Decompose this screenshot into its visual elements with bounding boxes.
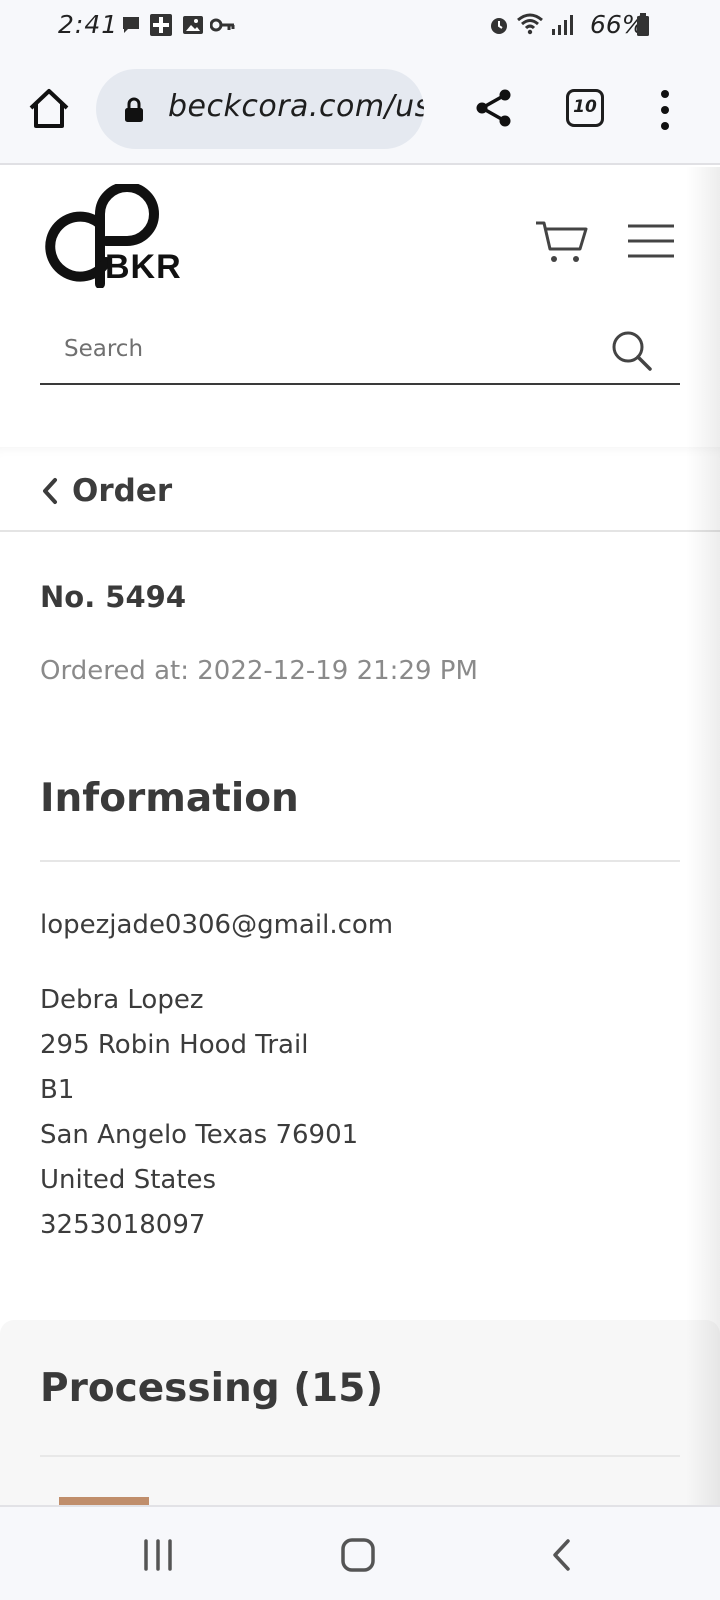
address-line-2: B1 bbox=[40, 1075, 75, 1105]
recipient-name: Debra Lopez bbox=[40, 985, 204, 1015]
more-vert-icon[interactable] bbox=[650, 88, 680, 132]
battery-icon bbox=[637, 13, 649, 36]
app-notification-icon bbox=[150, 14, 172, 36]
order-header: Order bbox=[0, 447, 720, 532]
cart-icon[interactable] bbox=[534, 219, 588, 265]
url-text: beckcora.com/us bbox=[168, 89, 424, 124]
order-number: No. 5494 bbox=[40, 580, 187, 614]
page-title: Order bbox=[72, 473, 173, 509]
search-input[interactable] bbox=[40, 315, 600, 383]
search-icon[interactable] bbox=[610, 329, 654, 373]
chevron-left-icon bbox=[43, 478, 57, 504]
system-nav-bar bbox=[0, 1505, 720, 1600]
divider bbox=[40, 1455, 680, 1457]
information-heading: Information bbox=[40, 776, 299, 821]
key-notification-icon bbox=[210, 18, 235, 32]
back-to-orders-button[interactable]: Order bbox=[40, 471, 172, 511]
ordered-at: Ordered at: 2022-12-19 21:29 PM bbox=[40, 656, 478, 686]
signal-icon bbox=[552, 15, 573, 35]
customer-email: lopezjade0306@gmail.com bbox=[40, 910, 394, 940]
status-time: 2:41 bbox=[58, 10, 119, 39]
search-bar bbox=[40, 315, 680, 385]
status-bar: 2:41 66% bbox=[0, 0, 720, 52]
processing-section: Processing (15) bbox=[0, 1320, 720, 1505]
processing-heading: Processing (15) bbox=[40, 1366, 384, 1411]
nav-back-icon[interactable] bbox=[550, 1537, 574, 1573]
street-address: 295 Robin Hood Trail bbox=[40, 1030, 309, 1060]
browser-toolbar: beckcora.com/us 10 bbox=[0, 52, 720, 165]
nav-home-icon[interactable] bbox=[340, 1537, 376, 1573]
city-state-zip: San Angelo Texas 76901 bbox=[40, 1120, 359, 1150]
image-notification-icon bbox=[183, 16, 203, 34]
alarm-icon bbox=[491, 18, 507, 34]
divider bbox=[40, 860, 680, 862]
ordered-at-label: Ordered at: bbox=[40, 656, 198, 686]
site-header: BKR bbox=[0, 167, 720, 447]
wifi-icon bbox=[517, 13, 543, 35]
lock-icon bbox=[125, 97, 143, 122]
message-notification-icon bbox=[123, 17, 139, 33]
ordered-at-value: 2022-12-19 21:29 PM bbox=[197, 656, 478, 686]
site-logo[interactable]: BKR bbox=[40, 184, 190, 288]
phone-number: 3253018097 bbox=[40, 1210, 206, 1240]
logo-text: BKR bbox=[105, 248, 182, 286]
order-details: No. 5494 Ordered at: 2022-12-19 21:29 PM… bbox=[0, 532, 720, 1320]
product-thumbnail[interactable] bbox=[59, 1497, 149, 1505]
shipping-address: Debra Lopez 295 Robin Hood Trail B1 San … bbox=[40, 978, 358, 1248]
country: United States bbox=[40, 1165, 217, 1195]
nav-recents-icon[interactable] bbox=[140, 1537, 176, 1573]
share-icon[interactable] bbox=[474, 88, 514, 128]
address-bar[interactable]: beckcora.com/us bbox=[96, 69, 424, 149]
hamburger-menu-icon[interactable] bbox=[626, 221, 676, 261]
home-icon[interactable] bbox=[26, 86, 72, 132]
tabs-icon[interactable]: 10 bbox=[566, 89, 604, 127]
